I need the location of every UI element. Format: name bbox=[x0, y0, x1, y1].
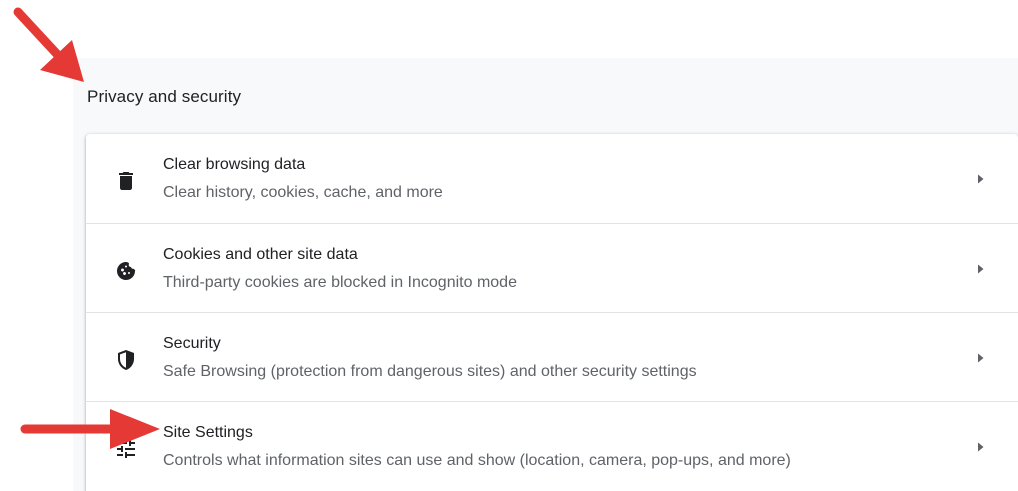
arrow-right-icon bbox=[978, 442, 984, 452]
arrow-right-icon bbox=[978, 353, 984, 363]
cookies-site-data-row[interactable]: Cookies and other site data Third-party … bbox=[86, 223, 1018, 313]
arrow-right-icon bbox=[978, 264, 984, 274]
settings-page: Privacy and security Clear browsing data… bbox=[0, 0, 1018, 491]
security-title: Security bbox=[163, 335, 221, 352]
cookie-icon bbox=[117, 262, 136, 280]
site-settings-title: Site Settings bbox=[163, 424, 253, 441]
clear-browsing-data-row[interactable]: Clear browsing data Clear history, cooki… bbox=[86, 134, 1018, 223]
cookies-site-data-title: Cookies and other site data bbox=[163, 246, 358, 263]
tune-icon bbox=[117, 440, 135, 458]
privacy-security-card: Clear browsing data Clear history, cooki… bbox=[86, 134, 1018, 491]
shield-icon bbox=[118, 350, 134, 370]
clear-browsing-data-subtitle: Clear history, cookies, cache, and more bbox=[163, 184, 443, 201]
cookies-site-data-subtitle: Third-party cookies are blocked in Incog… bbox=[163, 274, 517, 291]
site-settings-subtitle: Controls what information sites can use … bbox=[163, 452, 791, 469]
security-row[interactable]: Security Safe Browsing (protection from … bbox=[86, 312, 1018, 402]
clear-browsing-data-title: Clear browsing data bbox=[163, 156, 306, 173]
trash-icon bbox=[119, 172, 133, 190]
site-settings-row[interactable]: Site Settings Controls what information … bbox=[86, 401, 1018, 491]
arrow-right-icon bbox=[978, 174, 984, 184]
security-subtitle: Safe Browsing (protection from dangerous… bbox=[163, 363, 697, 380]
section-title: Privacy and security bbox=[87, 87, 242, 106]
